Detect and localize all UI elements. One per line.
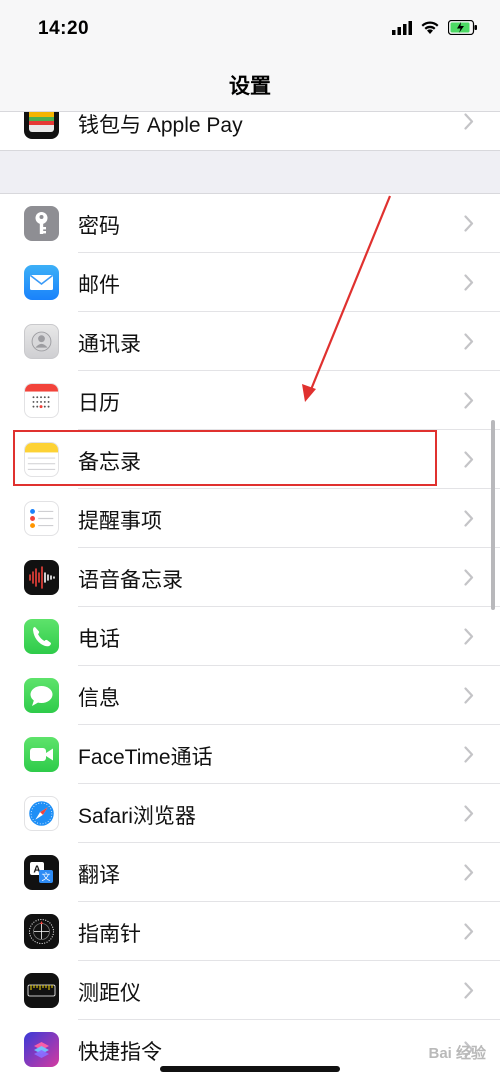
settings-row-mail[interactable]: 邮件: [0, 253, 500, 312]
settings-row-passwords[interactable]: 密码: [0, 194, 500, 253]
settings-row-label: Safari浏览器: [78, 805, 196, 828]
settings-row-facetime[interactable]: FaceTime通话: [0, 725, 500, 784]
settings-row-reminders[interactable]: 提醒事项: [0, 489, 500, 548]
settings-row-measure[interactable]: 测距仪: [0, 961, 500, 1020]
status-bar-overlay: 14:20: [0, 0, 500, 58]
wifi-icon: [421, 21, 439, 34]
settings-row-label: 信息: [78, 687, 120, 710]
contacts-icon: [24, 324, 59, 359]
settings-row-label: 通讯录: [78, 333, 141, 356]
highlight-box: [13, 430, 437, 486]
chevron-right-icon: [464, 215, 474, 232]
chevron-right-icon: [464, 510, 474, 527]
status-time-overlay: 14:20: [38, 18, 90, 39]
battery-charging-icon: [448, 20, 477, 35]
settings-row-label: 测距仪: [78, 982, 141, 1005]
chevron-right-icon: [464, 628, 474, 645]
chevron-right-icon: [464, 333, 474, 350]
chevron-right-icon: [464, 864, 474, 881]
settings-row-label: 密码: [78, 215, 120, 238]
settings-row-safari[interactable]: Safari浏览器: [0, 784, 500, 843]
chevron-right-icon: [464, 805, 474, 822]
status-icons-overlay: [392, 20, 478, 35]
settings-row-contacts[interactable]: 通讯录: [0, 312, 500, 371]
chevron-right-icon: [464, 746, 474, 763]
chevron-right-icon: [464, 274, 474, 291]
messages-icon: [24, 678, 59, 713]
settings-row-phone[interactable]: 电话: [0, 607, 500, 666]
settings-row-label: 提醒事项: [78, 510, 162, 533]
translate-icon: A 文: [24, 855, 59, 890]
settings-row-label: 语音备忘录: [78, 569, 183, 592]
signal-icon: [392, 20, 412, 35]
compass-icon: [24, 914, 59, 949]
key-icon: [24, 206, 59, 241]
settings-row-label: 电话: [78, 628, 120, 651]
settings-row-voice-memos[interactable]: 语音备忘录: [0, 548, 500, 607]
mail-icon: [24, 265, 59, 300]
settings-row-compass[interactable]: 指南针: [0, 902, 500, 961]
settings-row-label: 邮件: [78, 274, 120, 297]
settings-row-label: 快捷指令: [78, 1041, 162, 1064]
settings-row-messages[interactable]: 信息: [0, 666, 500, 725]
measure-icon: [24, 973, 59, 1008]
facetime-icon: [24, 737, 59, 772]
chevron-right-icon: [464, 113, 474, 130]
calendar-icon: [24, 383, 59, 418]
chevron-right-icon: [464, 451, 474, 468]
chevron-right-icon: [464, 687, 474, 704]
safari-icon: [24, 796, 59, 831]
settings-row-label: 指南针: [78, 923, 141, 946]
chevron-right-icon: [464, 923, 474, 940]
settings-row-calendar[interactable]: 日历: [0, 371, 500, 430]
chevron-right-icon: [464, 569, 474, 586]
settings-row-label: 翻译: [78, 864, 120, 887]
chevron-right-icon: [464, 392, 474, 409]
settings-row-wallet-visible[interactable]: 钱包与 Apple Pay: [0, 112, 500, 150]
svg-text:文: 文: [41, 871, 50, 883]
page-title-overlay: 设置: [229, 75, 271, 98]
settings-row-label: 日历: [78, 392, 120, 415]
voice-memos-icon: [24, 560, 59, 595]
chevron-right-icon: [464, 982, 474, 999]
section-separator: [0, 150, 500, 194]
shortcuts-icon: [24, 1032, 59, 1067]
wallet-icon: [24, 112, 59, 139]
settings-row-label: 钱包与 Apple Pay: [78, 114, 243, 137]
scroll-indicator[interactable]: [491, 420, 495, 610]
home-indicator[interactable]: [160, 1066, 340, 1072]
settings-row-label: FaceTime通话: [78, 746, 213, 769]
navigation-bar-overlay: 设置: [0, 58, 500, 112]
settings-row-translate[interactable]: A 文 翻译: [0, 843, 500, 902]
phone-icon: [24, 619, 59, 654]
watermark: Bai 经验: [428, 1045, 486, 1062]
reminders-icon: [24, 501, 59, 536]
